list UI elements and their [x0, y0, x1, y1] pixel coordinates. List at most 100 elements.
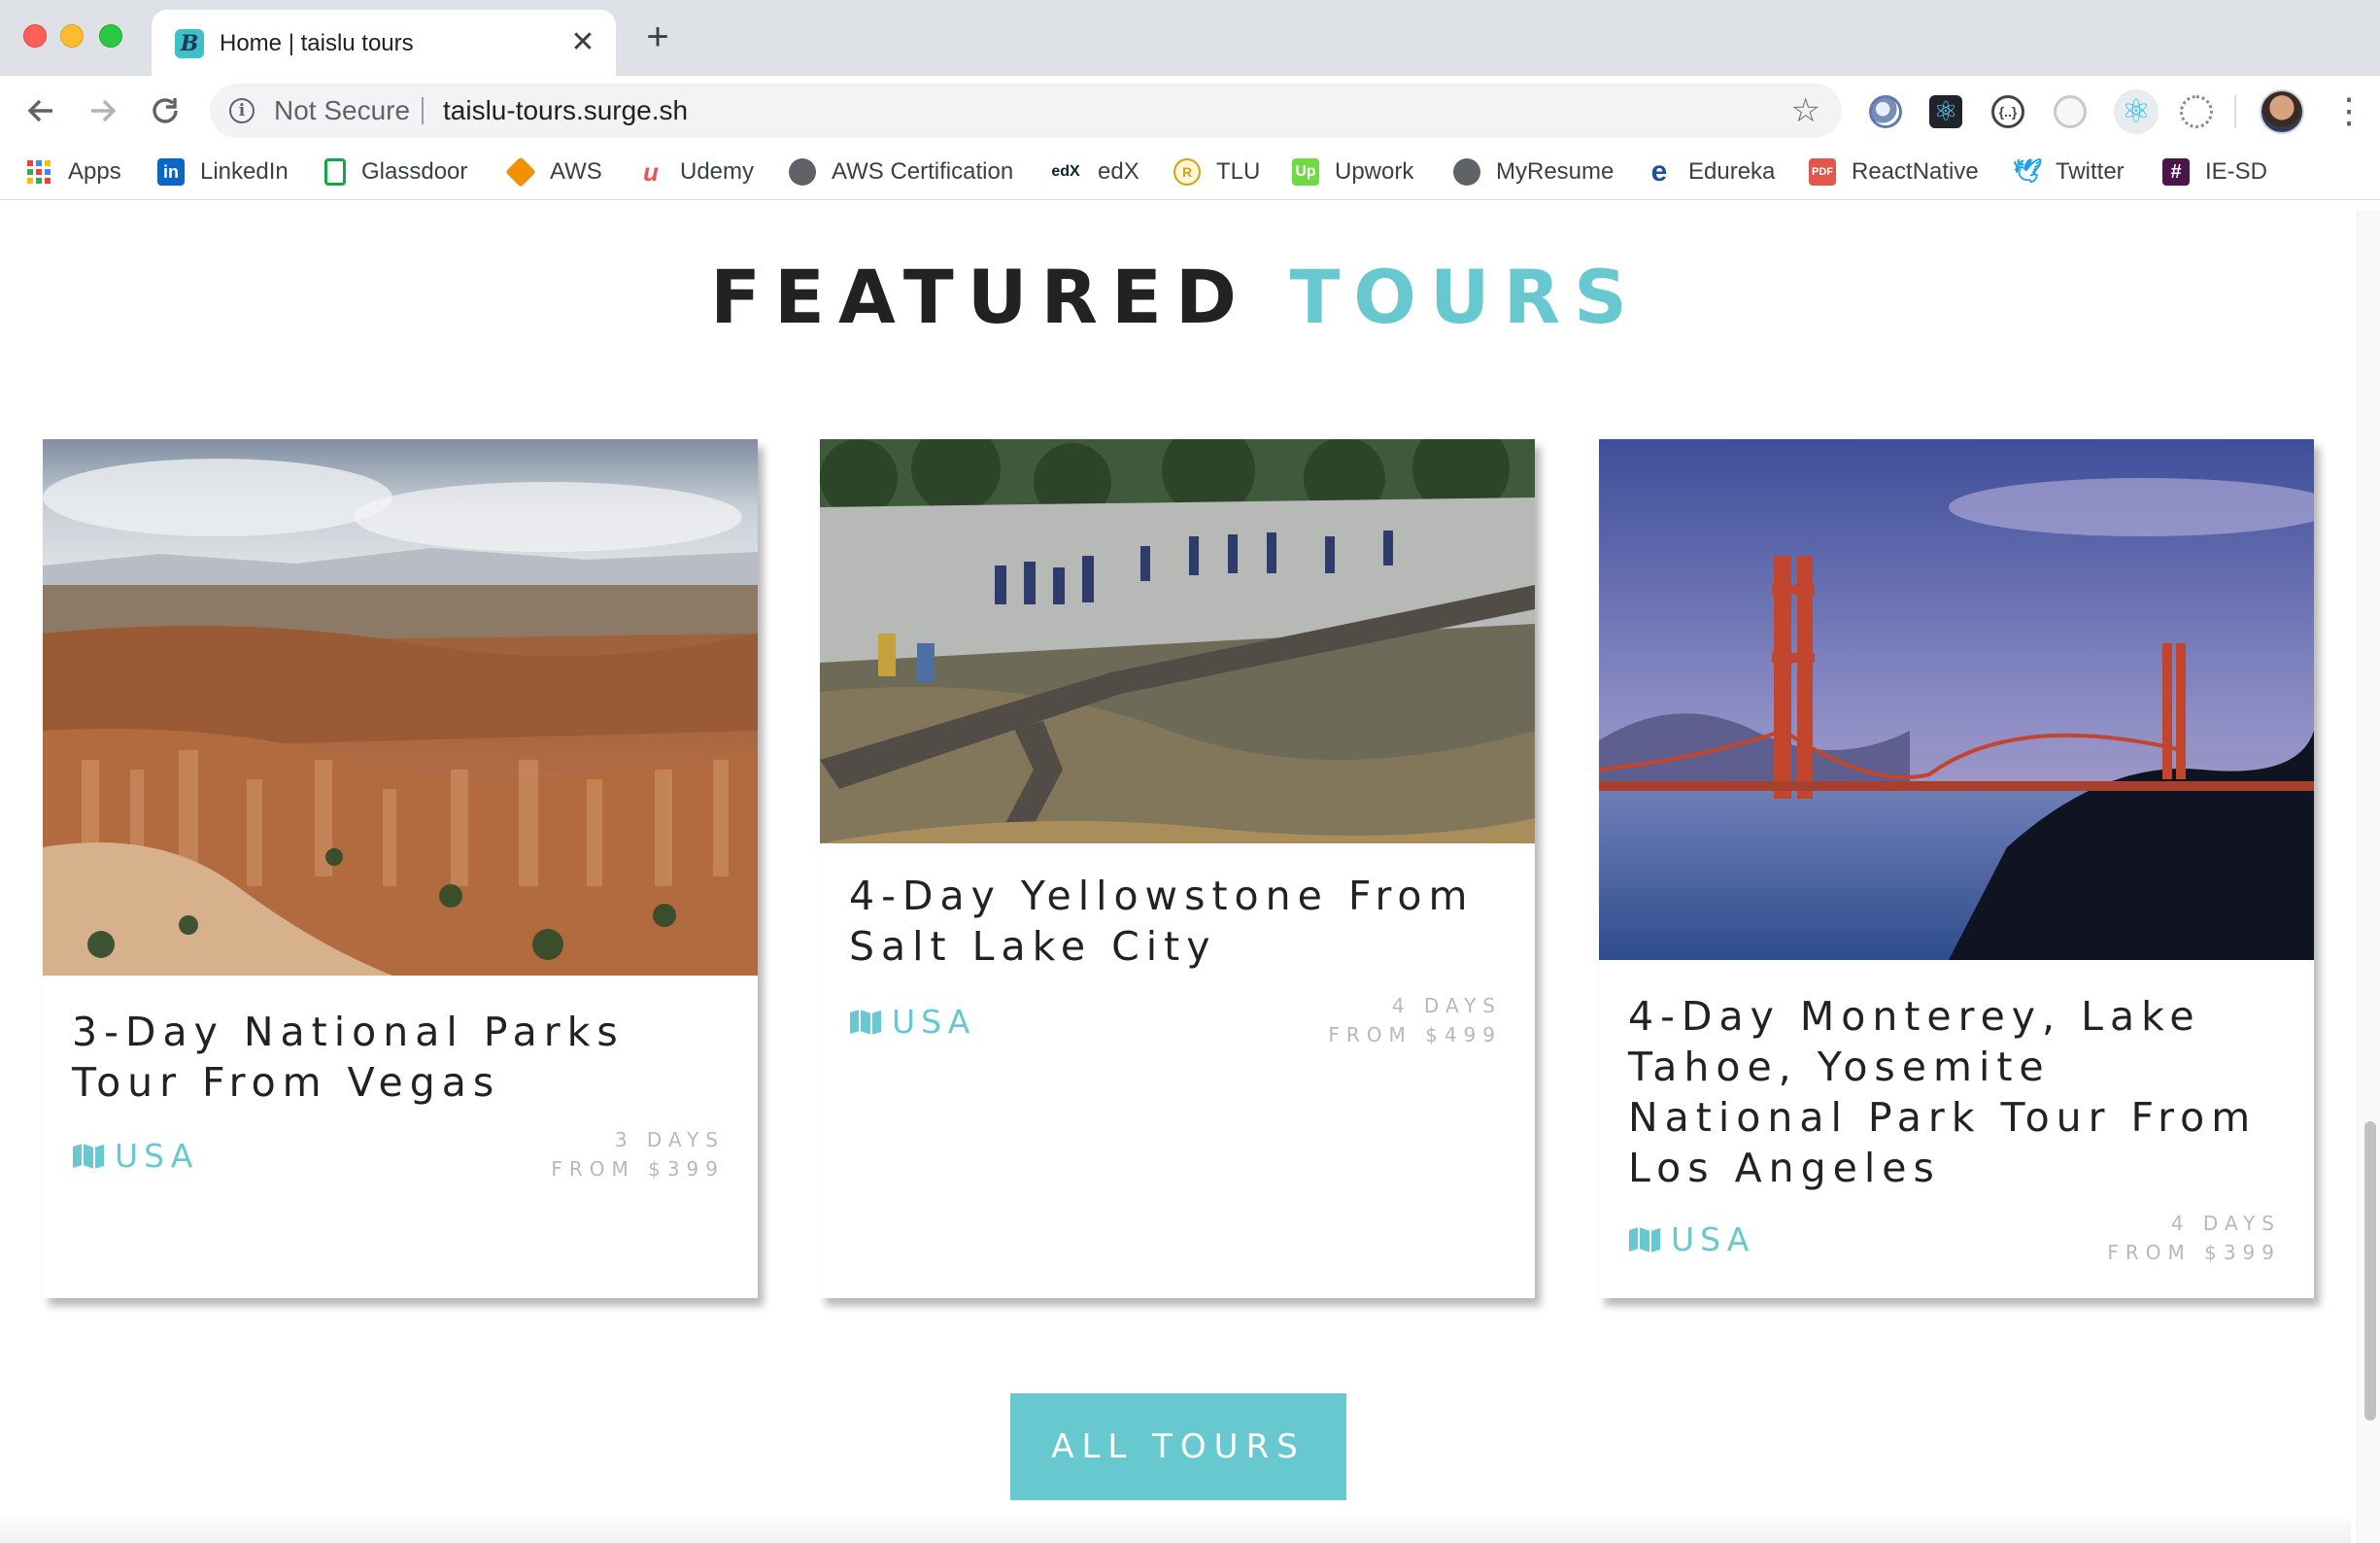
tour-name[interactable]: 3-Day National Parks Tour From Vegas — [72, 1007, 732, 1108]
tour-card[interactable]: 3-Day National Parks Tour From Vegas USA… — [43, 439, 758, 1298]
slack-icon: # — [2162, 158, 2190, 186]
map-icon — [850, 1009, 881, 1035]
bookmark-item[interactable]: u Udemy — [637, 155, 754, 189]
tour-duration: 3 DAYS — [614, 1128, 725, 1151]
title-main: FEATURED — [710, 254, 1250, 340]
twitter-icon: 🕊 — [2013, 158, 2043, 185]
bookmark-item[interactable]: in LinkedIn — [157, 155, 289, 189]
bookmark-item[interactable]: Apps — [25, 155, 121, 189]
all-tours-button[interactable]: ALL TOURS — [1010, 1393, 1346, 1500]
reload-icon[interactable] — [146, 91, 185, 130]
country-label: USA — [115, 1137, 199, 1175]
tour-price: FROM $499 — [1328, 1023, 1502, 1046]
bookmark-item[interactable]: # IE-SD — [2162, 155, 2267, 189]
bookmarks-bar: Apps in LinkedIn Glassdoor AWS u Udemy A… — [0, 146, 2380, 200]
scrollbar[interactable] — [2357, 210, 2380, 1543]
bookmark-item[interactable]: e Edureka — [1646, 155, 1776, 189]
new-tab-icon[interactable]: + — [641, 17, 674, 56]
tour-meta: 3 DAYS FROM $399 — [551, 1125, 725, 1183]
bookmark-label: Udemy — [680, 158, 755, 185]
page-content: FEATURED TOURS 3-Day National Parks Tour… — [0, 210, 2380, 1543]
bookmark-item[interactable]: MyResume — [1453, 155, 1614, 189]
toolbar-divider — [2234, 95, 2236, 128]
bookmark-item[interactable]: PDF ReactNative — [1809, 155, 1979, 189]
react-devtools-icon[interactable] — [1929, 95, 1962, 128]
tab-title: Home | taislu tours — [220, 30, 414, 56]
address-bar[interactable]: i Not Secure taislu-tours.surge.sh ☆ — [210, 84, 1842, 138]
tour-country: USA — [849, 1003, 975, 1041]
forward-arrow-icon[interactable] — [84, 91, 122, 130]
edx-icon: edX — [1051, 163, 1080, 180]
back-arrow-icon[interactable] — [21, 91, 60, 130]
bryce-canyon-photo[interactable] — [43, 439, 758, 976]
bookmark-star-icon[interactable]: ☆ — [1791, 93, 1820, 128]
bookmark-label: Apps — [68, 158, 121, 185]
upwork-icon: Up — [1292, 158, 1319, 186]
extension-gear-icon[interactable] — [2180, 95, 2213, 128]
tour-name[interactable]: 4-Day Yellowstone From Salt Lake City — [849, 871, 1510, 972]
bookmark-label: Twitter — [2056, 158, 2125, 185]
country-label: USA — [1671, 1220, 1755, 1258]
tour-name[interactable]: 4-Day Monterey, Lake Tahoe, Yosemite Nat… — [1628, 991, 2289, 1193]
bookmark-item[interactable]: Glassdoor — [324, 155, 467, 189]
tour-country: USA — [72, 1137, 198, 1175]
url-text[interactable]: taislu-tours.surge.sh — [443, 96, 688, 125]
aws-icon — [505, 156, 536, 188]
bookmark-label: MyResume — [1496, 158, 1615, 185]
bookmark-label: IE-SD — [2205, 158, 2268, 185]
linkedin-icon: in — [157, 158, 185, 186]
yellowstone-boardwalk-photo[interactable] — [820, 439, 1535, 843]
tab-home[interactable]: B Home | taislu tours ✕ — [152, 10, 616, 76]
bookmark-label: AWS — [550, 158, 602, 185]
bookmark-label: Edureka — [1688, 158, 1776, 185]
scrollbar-thumb[interactable] — [2364, 1121, 2376, 1421]
golden-gate-bridge-photo[interactable] — [1599, 439, 2314, 960]
info-icon[interactable]: i — [229, 98, 255, 123]
site-favicon-icon: B — [175, 29, 204, 58]
udemy-icon: u — [643, 157, 659, 187]
bookmark-item[interactable]: Up Upwork — [1292, 155, 1413, 189]
browser-toolbar: i Not Secure taislu-tours.surge.sh ☆ {..… — [0, 76, 2380, 146]
zoom-window-button[interactable] — [99, 24, 122, 48]
tour-price: FROM $399 — [2107, 1241, 2281, 1264]
bookmark-item[interactable]: R TLU — [1173, 155, 1260, 189]
tour-meta: 4 DAYS FROM $499 — [1328, 991, 1502, 1049]
omnibox-divider — [422, 97, 424, 124]
bookmark-item[interactable]: AWS — [505, 155, 602, 189]
tour-duration: 4 DAYS — [1391, 994, 1502, 1017]
tlu-icon: R — [1173, 158, 1201, 186]
tab-strip: B Home | taislu tours ✕ + — [0, 0, 2380, 76]
tour-card[interactable]: 4-Day Yellowstone From Salt Lake City US… — [820, 439, 1535, 1298]
close-window-button[interactable] — [23, 24, 47, 48]
close-tab-icon[interactable]: ✕ — [567, 27, 598, 58]
tour-card[interactable]: 4-Day Monterey, Lake Tahoe, Yosemite Nat… — [1599, 439, 2314, 1298]
map-icon — [1629, 1226, 1660, 1252]
tour-meta: 4 DAYS FROM $399 — [2107, 1209, 2281, 1267]
bookmark-label: edX — [1098, 158, 1139, 185]
globe-icon — [1453, 158, 1480, 186]
extension-icon[interactable] — [2054, 95, 2087, 128]
tour-duration: 4 DAYS — [2170, 1212, 2281, 1235]
react-icon[interactable] — [2114, 89, 2159, 134]
bookmark-label: TLU — [1216, 158, 1261, 185]
page-bottom-fade — [0, 1512, 2351, 1543]
title-accent: TOURS — [1289, 254, 1641, 340]
bookmark-label: LinkedIn — [200, 158, 289, 185]
bookmark-label: Glassdoor — [361, 158, 468, 185]
minimize-window-button[interactable] — [60, 24, 84, 48]
bookmark-label: Upwork — [1335, 158, 1414, 185]
profile-avatar[interactable] — [2260, 89, 2304, 134]
bookmark-item[interactable]: edX edX — [1049, 155, 1139, 189]
bookmark-label: AWS Certification — [832, 158, 1014, 185]
tour-price: FROM $399 — [551, 1157, 725, 1181]
extension-icon[interactable] — [1869, 95, 1902, 128]
pdf-icon: PDF — [1809, 158, 1836, 186]
bookmark-item[interactable]: 🕊 Twitter — [2013, 155, 2125, 189]
more-menu-icon[interactable]: ⋮ — [2331, 89, 2366, 132]
glassdoor-icon — [324, 158, 346, 186]
edureka-icon: e — [1650, 155, 1668, 188]
json-viewer-icon[interactable]: {..} — [1991, 95, 2024, 128]
country-label: USA — [892, 1003, 976, 1041]
bookmark-item[interactable]: AWS Certification — [789, 155, 1013, 189]
browser-chrome: B Home | taislu tours ✕ + i Not Secure t… — [0, 0, 2380, 210]
